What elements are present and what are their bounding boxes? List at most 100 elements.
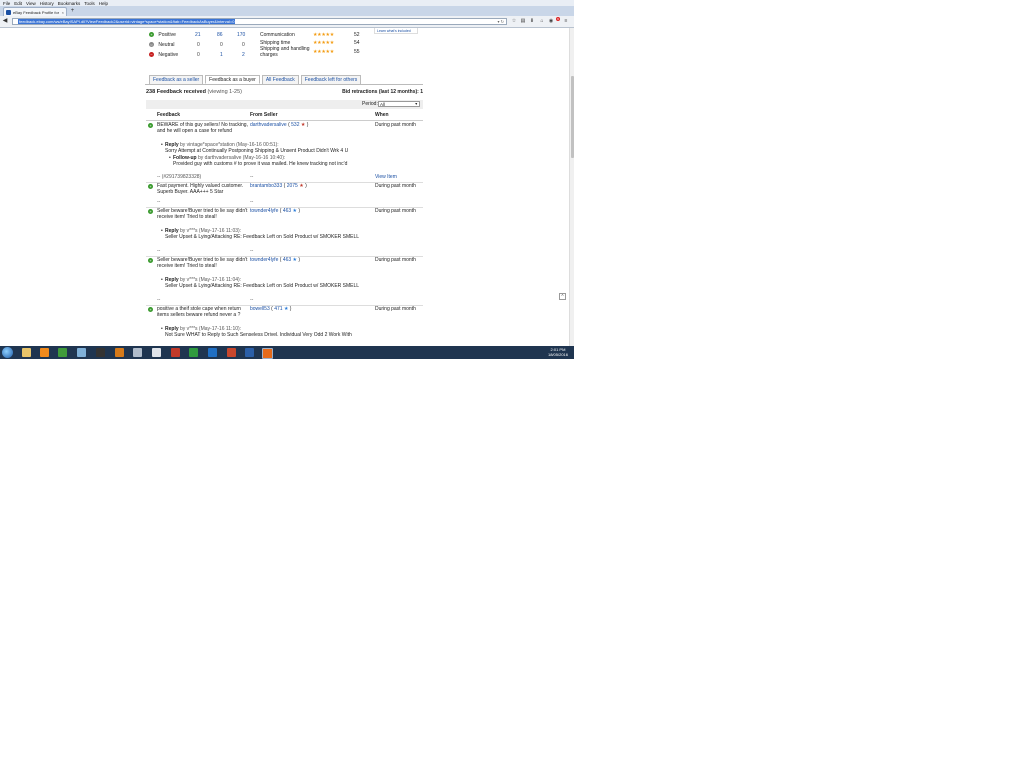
reading-list-icon[interactable]: ▤ [520,18,526,25]
star-rating-icon: ★★★★★ [313,32,334,38]
seller-link[interactable]: bowell53 [250,306,270,312]
dsr-count: 54 [354,40,360,46]
rating-count-6m: 0 [220,42,223,48]
tab-all-feedback[interactable]: All Feedback [261,75,299,84]
item-number: -- [157,248,161,254]
app-icon[interactable] [171,348,180,357]
menu-edit[interactable]: Edit [14,1,22,6]
menu-bookmarks[interactable]: Bookmarks [58,1,81,6]
windows-start-icon[interactable] [2,347,13,358]
seller-cell: townder4lyfe ( 463 ★ ) [250,257,301,263]
clock-date: 18/05/2016 [547,352,568,357]
seller-score[interactable]: 463 [283,257,291,263]
scroll-to-top-icon[interactable]: ⌃ [559,293,566,300]
seller-link[interactable]: darthvadersalive [250,122,287,128]
star-rating-icon: ★★★★★ [313,40,334,46]
seller-link[interactable]: townder4lyfe [250,257,278,263]
back-arrow-icon[interactable]: ◀ [1,18,9,25]
home-icon[interactable]: ⌂ [539,18,545,25]
rating-row-positive: + Positive 21 86 170 [149,31,249,39]
url-bar[interactable]: feedback.ebay.com/ws/eBayISAPI.dll?ViewF… [12,18,507,25]
negative-icon: − [149,52,154,58]
feedback-comment: positive a theif stole cape when return … [157,306,241,318]
rating-type: Neutral [158,42,175,48]
seller-score[interactable]: 463 [283,208,291,214]
tab-divider [145,84,423,85]
downloads-icon[interactable]: ⬇ [529,18,535,25]
rating-count-6m[interactable]: 86 [217,31,223,39]
menu-view[interactable]: View [26,1,36,6]
dsr-label: Shipping and handling charges [260,46,310,58]
reload-icon[interactable]: ▾ ↻ [498,19,504,24]
seller-link[interactable]: brantambo333 [250,183,282,189]
calculator-icon[interactable] [133,348,142,357]
new-tab-button[interactable]: + [69,8,76,15]
seller-link[interactable]: townder4lyfe [250,208,278,214]
table-row: + positive a theif stole cape when retur… [146,306,423,346]
seller-score[interactable]: 471 [274,306,282,312]
rating-count-6m[interactable]: 1 [220,51,223,59]
bookmark-star-icon[interactable]: ☆ [511,18,517,25]
table-row: + BEWARE of this guy sellers! No trackin… [146,122,423,183]
rating-count-1m: 0 [197,52,200,58]
tab-strip: eBay Feedback Profile for v... × + [0,6,574,16]
feedback-star-icon: ★ [283,306,289,312]
period-select[interactable]: All ▼ [378,101,420,107]
bullet-icon: • [161,277,163,283]
tab-feedback-left-for-others[interactable]: Feedback left for others [300,75,362,84]
rating-count-1m[interactable]: 21 [195,31,201,39]
item-number: -- [157,199,161,205]
file-explorer-icon[interactable] [22,348,31,357]
url-text[interactable]: feedback.ebay.com/ws/eBayISAPI.dll?ViewF… [18,19,236,24]
menu-tools[interactable]: Tools [84,1,95,6]
browser-tab[interactable]: eBay Feedback Profile for v... × [3,7,67,16]
dsr-count: 52 [354,32,360,38]
tab-feedback-as-buyer[interactable]: Feedback as a buyer [205,75,260,84]
dsr-count: 55 [354,49,360,55]
notepad-icon[interactable] [152,348,161,357]
app-icon[interactable] [115,348,124,357]
vlc-icon[interactable] [40,348,49,357]
seller-score[interactable]: 2075 [287,183,298,189]
windows-taskbar: 2:01 PM 18/05/2016 [0,346,574,359]
feedback-comment: BEWARE of this guy sellers! No tracking,… [157,122,248,134]
positive-icon: + [148,209,153,214]
seller-score[interactable]: 532 [291,122,299,128]
feedback-star-icon: ★ [292,208,298,214]
app-icon[interactable] [189,348,198,357]
outlook-icon[interactable] [208,348,217,357]
period-value: All [380,102,386,107]
scrollbar-thumb[interactable] [571,76,574,158]
ebay-favicon-icon [6,9,11,15]
positive-icon: + [149,32,154,38]
system-clock[interactable]: 2:01 PM 18/05/2016 [548,347,568,357]
menu-history[interactable]: History [40,1,54,6]
bullet-icon: • [161,228,163,234]
powerpoint-icon[interactable] [227,348,236,357]
rating-row-neutral: ○ Neutral 0 0 0 [149,41,249,49]
menu-help[interactable]: Help [99,1,108,6]
app-icon[interactable] [58,348,67,357]
word-icon[interactable] [245,348,254,357]
seller-cell: townder4lyfe ( 463 ★ ) [250,208,301,214]
hamburger-menu-icon[interactable]: ≡ [563,18,569,25]
view-item-link[interactable]: View Item [375,174,397,180]
menu-file[interactable]: File [3,1,10,6]
column-from-seller: From Seller [250,112,278,118]
extension-icon[interactable]: ◉ [548,18,554,25]
chevron-down-icon: ▼ [414,102,418,106]
seller-cell: bowell53 ( 471 ★ ) [250,306,292,312]
rating-count-12m[interactable]: 170 [237,31,245,39]
reply-text: Not Sure WHAT to Reply to Such Senseless… [165,332,352,338]
item-number: -- [157,297,161,303]
page-scrollbar[interactable] [569,28,574,346]
tab-feedback-as-seller[interactable]: Feedback as a seller [149,75,204,84]
tab-close-icon[interactable]: × [62,10,64,15]
firefox-icon[interactable] [262,348,273,359]
media-icon[interactable] [96,348,105,357]
learn-more-link[interactable]: Learn what's included [374,28,418,34]
feedback-star-icon: ★ [299,183,304,189]
rating-count-12m[interactable]: 2 [242,51,245,59]
tab-title: eBay Feedback Profile for v... [13,9,60,15]
app-icon[interactable] [77,348,86,357]
